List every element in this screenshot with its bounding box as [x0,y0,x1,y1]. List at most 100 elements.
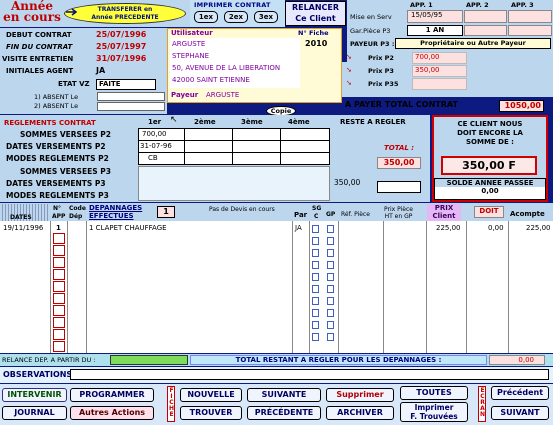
p2-somme-1[interactable]: 700,00 [142,130,167,138]
dep-row-prix[interactable]: 225,00 [436,224,461,232]
mise-en-serv-field[interactable]: 15/05/95 [407,10,463,23]
debut-contrat-value[interactable]: 25/07/1996 [96,30,146,39]
gp-checkbox[interactable] [327,261,334,269]
app2-mise-en-serv-field[interactable] [464,10,507,23]
app2-gar-piece-field[interactable] [464,25,507,36]
row-n-cell[interactable] [53,245,65,256]
gp-checkbox[interactable] [327,333,334,341]
reste-a-regler-label: RESTE A REGLER [340,118,406,126]
sg-header: SG [312,205,322,212]
sg-checkbox[interactable] [312,333,319,341]
reg-col-4eme: 4ème [288,118,310,126]
suivant-button[interactable]: SUIVANT [491,406,549,420]
user-city: 42000 SAINT ETIENNE [172,76,250,84]
trouver-button[interactable]: TROUVER [180,406,242,420]
sg-checkbox[interactable] [312,321,319,329]
payeur-value[interactable]: ARGUSTE [206,91,239,99]
p2-dates-label: DATES VERSEMENTS P2 [6,142,106,151]
row-n-cell[interactable] [53,317,65,328]
dep-row-n[interactable]: 1 [56,224,61,232]
nouvelle-button[interactable]: NOUVELLE [180,388,242,402]
absent1-field[interactable] [97,92,165,101]
gar-piece-field[interactable]: 1 AN [407,25,463,36]
sg-checkbox[interactable] [312,297,319,305]
row-n-cell[interactable] [53,269,65,280]
dep-row-par[interactable]: JA [295,224,302,232]
row-n-cell[interactable] [53,341,65,352]
dep-row-doit[interactable]: 0,00 [488,224,504,232]
par-header: Par [294,211,308,219]
relancer-client-button[interactable]: RELANCER Ce Client [285,1,346,26]
sg-checkbox[interactable] [312,309,319,317]
observations-field[interactable] [70,369,549,380]
journal-button[interactable]: JOURNAL [2,406,67,420]
transfer-previous-year-button[interactable]: TRANSFERER en Année PRECEDENTE [64,3,186,24]
depannages-count: 1 [157,206,175,218]
prix-p35-field[interactable] [412,78,467,90]
client-owes-text: CE CLIENT NOUS DOIT ENCORE LA SOMME DE : [434,120,546,147]
programmer-button[interactable]: PROGRAMMER [70,388,154,402]
p2-sommes-label: SOMMES VERSEES P2 [20,130,111,139]
dep-row-desc[interactable]: 1 CLAPET CHAUFFAGE [89,224,167,232]
sg-checkbox[interactable] [312,285,319,293]
client-owes-line2: DOIT ENCORE LA [457,129,523,137]
col-sep [508,221,509,353]
gp-checkbox[interactable] [327,273,334,281]
sg-checkbox[interactable] [312,225,319,233]
sg-checkbox[interactable] [312,273,319,281]
etat-vz-field[interactable]: FAITE [96,79,156,90]
solde-label: SOLDE ANNEE PASSEE [435,179,545,187]
autres-actions-button[interactable]: Autres Actions [70,406,154,420]
absent2-field[interactable] [97,102,165,111]
intervenir-button[interactable]: INTERVENIR [2,388,67,402]
imprimer-line2: F. Trouvées [410,412,458,421]
relance-dep-date-field[interactable] [110,355,188,365]
print-3ex-button[interactable]: 3ex [254,11,278,23]
initiales-agent-value[interactable]: JA [96,66,105,75]
row-n-cell[interactable] [53,293,65,304]
app3-mise-en-serv-field[interactable] [508,10,552,23]
gp-checkbox[interactable] [327,225,334,233]
precedente-button[interactable]: PRÉCÉDENTE [247,406,321,420]
imprimer-trouvees-button[interactable]: Imprimer F. Trouvées [400,402,468,422]
prix-p2-field[interactable]: 700,00 [412,52,467,64]
sg-checkbox[interactable] [312,237,319,245]
archiver-button[interactable]: ARCHIVER [326,406,394,420]
sg-checkbox[interactable] [312,249,319,257]
print-1ex-button[interactable]: 1ex [194,11,218,23]
grid-sep [138,152,330,153]
gp-checkbox[interactable] [327,285,334,293]
toutes-button[interactable]: TOUTES [400,386,468,400]
print-2ex-button[interactable]: 2ex [224,11,248,23]
row-n-cell[interactable] [53,329,65,340]
gp-checkbox[interactable] [327,309,334,317]
reste-p3-field[interactable] [377,181,421,193]
supprimer-button[interactable]: Supprimer [326,388,394,402]
payeur-p3-field[interactable]: Propriétaire ou Autre Payeur [395,38,551,49]
sg-checkbox[interactable] [312,261,319,269]
p2-mode-1[interactable]: CB [148,154,158,162]
grid-sep [280,128,281,165]
visite-entretien-value[interactable]: 31/07/1996 [96,54,146,63]
gp-checkbox[interactable] [327,297,334,305]
row-n-cell[interactable] [53,257,65,268]
gp-checkbox[interactable] [327,321,334,329]
dep-row-acompte[interactable]: 225,00 [526,224,551,232]
row-n-cell[interactable] [53,281,65,292]
precedent-button[interactable]: Précédent [491,386,549,400]
prix-p3-field[interactable]: 350,00 [412,65,467,77]
absent2-label: 2) ABSENT Le [34,102,79,110]
fin-contrat-value[interactable]: 25/07/1997 [96,42,146,51]
transfer-arrow-icon [66,8,78,16]
depannages-table [0,203,553,353]
solde-annee-passee-box: SOLDE ANNEE PASSEE 0,00 [434,178,546,200]
app3-gar-piece-field[interactable] [508,25,552,36]
row-n-cell[interactable] [53,233,65,244]
dep-row-date[interactable]: 19/11/1996 [3,224,43,232]
p2-date-1[interactable]: 31-07-96 [140,142,172,150]
row-n-cell[interactable] [53,305,65,316]
prix-piece-line1: Prix Pièce [384,206,413,213]
suivante-button[interactable]: SUIVANTE [247,388,321,402]
gp-checkbox[interactable] [327,249,334,257]
gp-checkbox[interactable] [327,237,334,245]
